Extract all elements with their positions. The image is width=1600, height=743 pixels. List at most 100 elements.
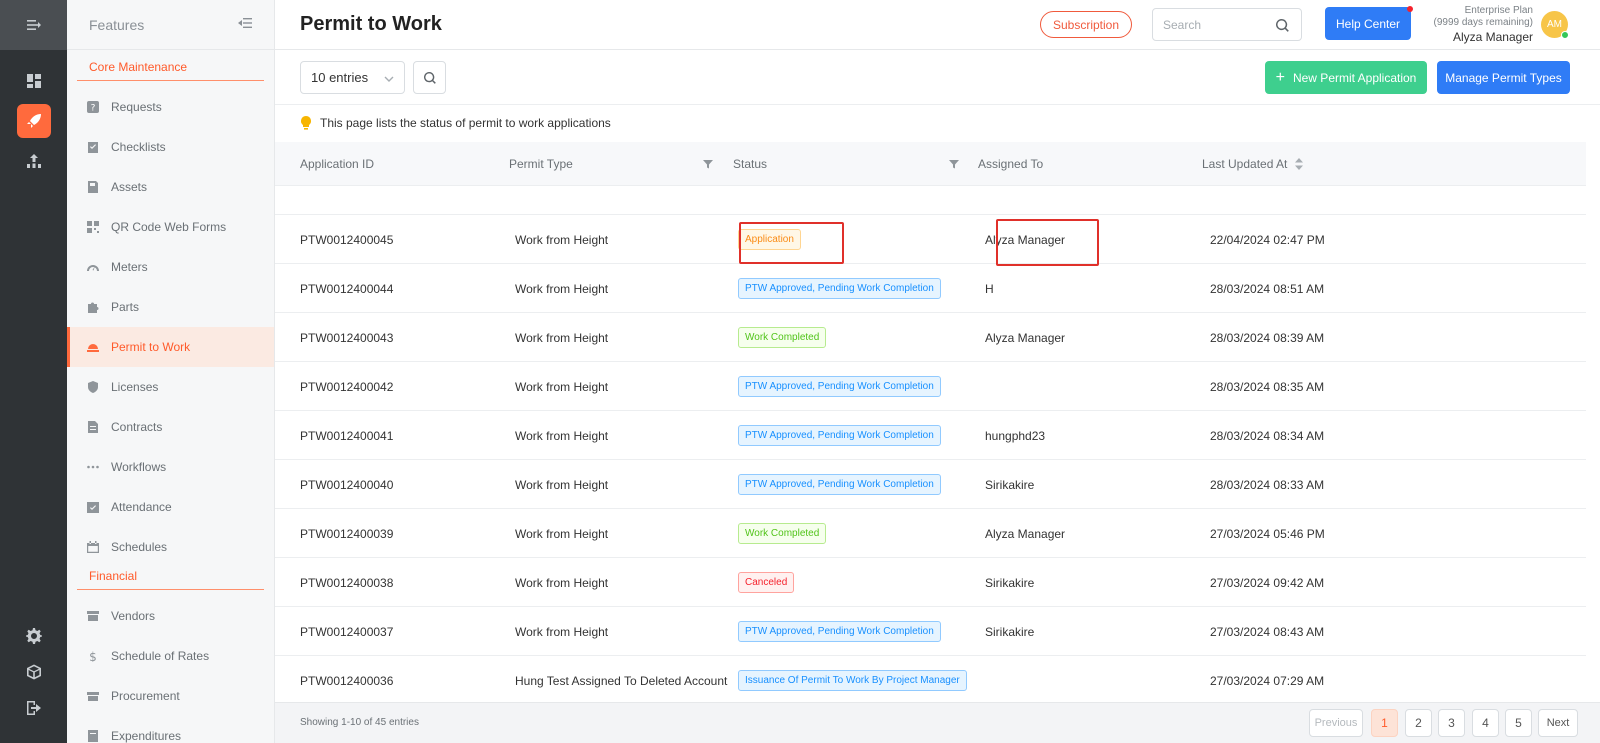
search-input[interactable] — [1163, 17, 1273, 32]
sidebar-item-parts[interactable]: Parts — [67, 287, 274, 327]
table-row[interactable]: PTW0012400037 Work from Height PTW Appro… — [275, 607, 1586, 656]
table-header: Application ID Permit Type Status Assign… — [275, 142, 1586, 186]
notification-dot — [1407, 6, 1413, 12]
new-permit-application-button[interactable]: + New Permit Application — [1265, 61, 1427, 94]
application-id[interactable]: PTW0012400036 — [300, 656, 393, 705]
help-center-button[interactable]: Help Center — [1325, 7, 1411, 40]
calendar-icon — [87, 541, 99, 553]
sidebar-item-checklists[interactable]: Checklists — [67, 127, 274, 167]
menu-toggle-button[interactable] — [0, 0, 67, 50]
sidebar-item-expenditures[interactable]: Expenditures — [67, 716, 274, 743]
top-header: Permit to Work Subscription Help Center … — [275, 0, 1600, 50]
table-spacer-row — [275, 186, 1586, 215]
application-id[interactable]: PTW0012400045 — [300, 215, 393, 264]
status-filter-button[interactable] — [949, 142, 959, 186]
status-badge: PTW Approved, Pending Work Completion — [738, 621, 941, 642]
status-badge: Work Completed — [738, 327, 827, 348]
table-row[interactable]: PTW0012400042 Work from Height PTW Appro… — [275, 362, 1586, 411]
sidebar-item-procurement[interactable]: Procurement — [67, 676, 274, 716]
pagination-page-4[interactable]: 4 — [1472, 709, 1499, 737]
gear-icon — [25, 628, 42, 644]
page-title: Permit to Work — [300, 13, 442, 35]
table-row[interactable]: PTW0012400041 Work from Height PTW Appro… — [275, 411, 1586, 460]
manage-permit-types-button[interactable]: Manage Permit Types — [1437, 61, 1570, 94]
table-row[interactable]: PTW0012400043 Work from Height Work Comp… — [275, 313, 1586, 362]
table-row[interactable]: PTW0012400045 Work from Height Applicati… — [275, 215, 1586, 264]
pagination-page-5[interactable]: 5 — [1505, 709, 1532, 737]
rail-dashboard-button[interactable] — [17, 64, 51, 98]
permit-type-filter-button[interactable] — [703, 142, 713, 186]
rail-settings-button[interactable] — [17, 619, 51, 653]
rail-package-button[interactable] — [17, 655, 51, 689]
online-status-dot — [1561, 31, 1569, 39]
pagination-previous[interactable]: Previous — [1309, 709, 1363, 737]
sidebar-item-meters[interactable]: Meters — [67, 247, 274, 287]
sidebar-item-qr-code-web-forms[interactable]: QR Code Web Forms — [67, 207, 274, 247]
column-header-permit-type[interactable]: Permit Type — [509, 142, 573, 186]
last-updated-at: 28/03/2024 08:39 AM — [1210, 330, 1325, 345]
table-row[interactable]: PTW0012400039 Work from Height Work Comp… — [275, 509, 1586, 558]
meter-icon — [87, 261, 99, 273]
sidebar-item-assets[interactable]: Assets — [67, 167, 274, 207]
application-id[interactable]: PTW0012400037 — [300, 607, 393, 656]
last-updated-at: 28/03/2024 08:51 AM — [1210, 281, 1325, 296]
hardhat-icon — [87, 341, 99, 353]
global-search — [1152, 8, 1302, 41]
application-id[interactable]: PTW0012400043 — [300, 313, 393, 362]
pagination-page-3[interactable]: 3 — [1438, 709, 1465, 737]
sidebar-item-workflows[interactable]: Workflows — [67, 447, 274, 487]
sidebar-item-contracts[interactable]: Contracts — [67, 407, 274, 447]
rocket-icon — [26, 114, 41, 128]
status-badge: PTW Approved, Pending Work Completion — [738, 425, 941, 446]
status-badge: PTW Approved, Pending Work Completion — [738, 376, 941, 397]
application-id[interactable]: PTW0012400040 — [300, 460, 393, 509]
sidebar-item-permit-to-work[interactable]: Permit to Work — [67, 327, 274, 367]
column-header-status[interactable]: Status — [733, 142, 767, 186]
entries-select[interactable]: 10 entries — [300, 61, 405, 94]
sidebar-item-attendance[interactable]: Attendance — [67, 487, 274, 527]
application-id[interactable]: PTW0012400042 — [300, 362, 393, 411]
rail-reports-button[interactable] — [17, 144, 51, 178]
logout-icon — [26, 701, 41, 715]
status-badge: Work Completed — [738, 523, 827, 544]
table-footer: Showing 1-10 of 45 entries Previous 1 2 … — [275, 702, 1600, 743]
table-toolbar: 10 entries + New Permit Application Mana… — [275, 50, 1600, 105]
rail-features-button[interactable] — [16, 104, 51, 138]
assigned-to: Alyza Manager — [985, 526, 1066, 541]
collapse-sidebar-button[interactable] — [238, 16, 252, 33]
sidebar-item-schedule-of-rates[interactable]: $ Schedule of Rates — [67, 636, 274, 676]
user-name[interactable]: Alyza Manager — [1415, 29, 1533, 45]
assigned-to: Alyza Manager — [985, 232, 1066, 247]
pagination-page-2[interactable]: 2 — [1405, 709, 1432, 737]
column-header-application-id[interactable]: Application ID — [300, 142, 374, 186]
table-row[interactable]: PTW0012400038 Work from Height Canceled … — [275, 558, 1586, 607]
sidebar-item-licenses[interactable]: Licenses — [67, 367, 274, 407]
sidebar-item-requests[interactable]: ? Requests — [67, 87, 274, 127]
sidebar-item-vendors[interactable]: Vendors — [67, 596, 274, 636]
column-header-assigned-to[interactable]: Assigned To — [978, 142, 1043, 186]
rail-logout-button[interactable] — [17, 691, 51, 725]
lightbulb-icon — [301, 116, 311, 130]
table-row[interactable]: PTW0012400044 Work from Height PTW Appro… — [275, 264, 1586, 313]
table-search-button[interactable] — [413, 61, 446, 94]
plan-days-remaining: (9999 days remaining) — [1433, 17, 1534, 28]
sidebar-item-schedules[interactable]: Schedules — [67, 527, 274, 567]
application-id[interactable]: PTW0012400038 — [300, 558, 393, 607]
search-icon[interactable] — [1276, 19, 1289, 32]
application-id[interactable]: PTW0012400039 — [300, 509, 393, 558]
dollar-icon: $ — [87, 650, 99, 662]
table-row[interactable]: PTW0012400040 Work from Height PTW Appro… — [275, 460, 1586, 509]
subscription-button[interactable]: Subscription — [1040, 11, 1132, 38]
sidebar-header: Features — [67, 0, 274, 50]
table-row[interactable]: PTW0012400036 Hung Test Assigned To Dele… — [275, 656, 1586, 705]
column-header-last-updated-at[interactable]: Last Updated At — [1202, 142, 1304, 186]
application-id[interactable]: PTW0012400041 — [300, 411, 393, 460]
shield-icon — [87, 381, 99, 393]
pagination-page-1[interactable]: 1 — [1371, 709, 1398, 737]
last-updated-at: 28/03/2024 08:34 AM — [1210, 428, 1325, 443]
search-icon — [423, 71, 436, 84]
permit-type: Work from Height — [515, 379, 609, 394]
pagination-next[interactable]: Next — [1538, 709, 1578, 737]
application-id[interactable]: PTW0012400044 — [300, 264, 393, 313]
sidebar-title: Features — [89, 16, 145, 33]
